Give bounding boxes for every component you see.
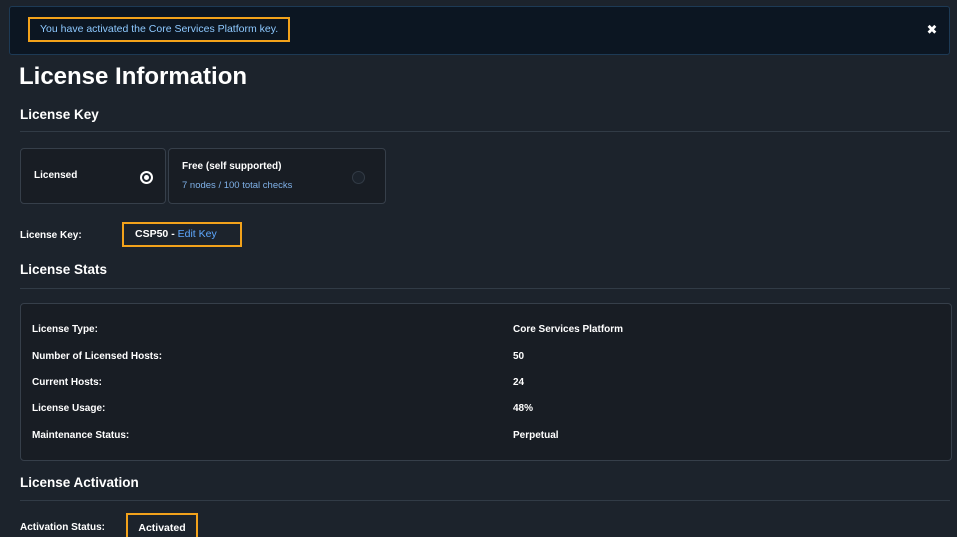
divider [20, 131, 950, 132]
stat-row-maintenance-status: Maintenance Status: Perpetual [21, 430, 951, 444]
edit-key-link[interactable]: Edit Key [178, 228, 217, 240]
key-separator: - [168, 228, 178, 240]
license-key-value: CSP50 - Edit Key [122, 222, 242, 247]
stat-value: 50 [513, 351, 525, 362]
stat-row-licensed-hosts: Number of Licensed Hosts: 50 [21, 351, 951, 365]
divider [20, 288, 950, 289]
free-option[interactable]: Free (self supported) 7 nodes / 100 tota… [168, 148, 386, 204]
stat-label: License Usage: [32, 403, 106, 414]
activation-status-label: Activation Status: [20, 522, 106, 533]
licensed-radio[interactable] [140, 171, 153, 184]
stat-row-license-usage: License Usage: 48% [21, 403, 951, 417]
free-radio[interactable] [352, 171, 365, 184]
stat-row-current-hosts: Current Hosts: 24 [21, 377, 951, 391]
licensed-option-label: Licensed [34, 170, 78, 181]
activation-status-value: Activated [126, 513, 198, 537]
close-icon[interactable]: ✖ [924, 22, 940, 38]
stat-value: Perpetual [513, 430, 559, 441]
stat-value: 48% [513, 403, 534, 414]
stat-value: Core Services Platform [513, 324, 624, 335]
license-key-label: License Key: [20, 230, 82, 241]
stat-value: 24 [513, 377, 525, 388]
stat-label: Number of Licensed Hosts: [32, 351, 163, 362]
stat-label: Maintenance Status: [32, 430, 130, 441]
alert-message: You have activated the Core Services Pla… [28, 17, 291, 42]
stat-label: License Type: [32, 324, 98, 335]
divider [20, 500, 950, 501]
stat-row-license-type: License Type: Core Services Platform [21, 324, 951, 338]
license-key-heading: License Key [20, 107, 99, 122]
activation-alert: You have activated the Core Services Pla… [9, 6, 950, 55]
license-activation-heading: License Activation [20, 475, 139, 490]
licensed-option[interactable]: Licensed [20, 148, 166, 204]
license-stats-panel: License Type: Core Services Platform Num… [20, 303, 952, 461]
free-option-limits: 7 nodes / 100 total checks [182, 180, 293, 191]
stat-label: Current Hosts: [32, 377, 103, 388]
license-key-code: CSP50 [135, 228, 169, 240]
free-option-label: Free (self supported) [182, 161, 282, 172]
license-information-page: You have activated the Core Services Pla… [0, 0, 957, 537]
page-title: License Information [19, 63, 248, 90]
license-stats-heading: License Stats [20, 262, 108, 277]
